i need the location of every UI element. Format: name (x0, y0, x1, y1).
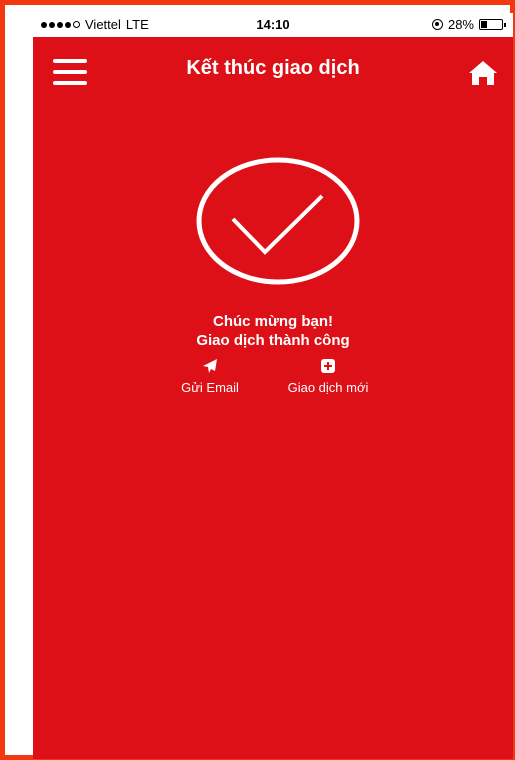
battery-info: 28% (431, 17, 506, 32)
device-frame: Viettel LTE 14:10 28% Kết thúc giao dịch (0, 0, 515, 760)
send-email-label: Gửi Email (181, 380, 239, 395)
app-screen: Viettel LTE 14:10 28% Kết thúc giao dịch (33, 13, 513, 759)
home-icon[interactable] (467, 59, 499, 87)
page-title: Kết thúc giao dịch (186, 57, 360, 79)
send-email-button[interactable]: Gửi Email (175, 358, 245, 395)
app-header: Kết thúc giao dịch (33, 37, 513, 97)
orientation-lock-icon (431, 19, 443, 30)
success-title: Chúc mừng bạn! (212, 313, 334, 330)
paper-plane-icon (175, 358, 245, 378)
check-circle-icon (195, 156, 361, 291)
new-transaction-button[interactable]: Giao dịch mới (273, 358, 383, 395)
plus-square-icon (273, 358, 383, 378)
status-bar: Viettel LTE 14:10 28% (33, 13, 513, 37)
success-subtitle: Giao dịch thành công (196, 332, 350, 349)
battery-percent: 28% (447, 17, 474, 32)
new-transaction-label: Giao dịch mới (287, 380, 369, 395)
battery-icon (479, 19, 506, 30)
